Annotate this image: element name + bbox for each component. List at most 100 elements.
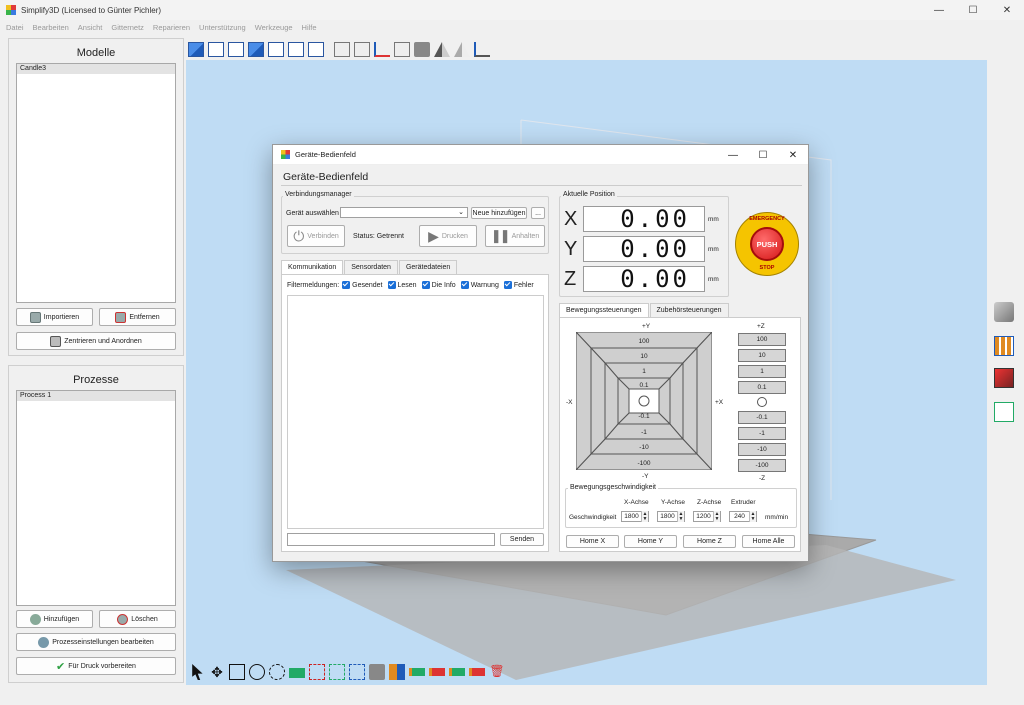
mirror-z-icon[interactable] bbox=[349, 664, 365, 680]
emergency-stop-button[interactable]: EMERGENCY PUSH STOP bbox=[735, 212, 799, 276]
remove-button[interactable]: Entfernen bbox=[99, 308, 176, 326]
home-x-button[interactable]: Home X bbox=[566, 535, 619, 548]
models-list[interactable]: Candle3 bbox=[16, 63, 176, 303]
spinner-arrows-icon[interactable]: ▲ ▼ bbox=[677, 511, 684, 522]
view-front-icon[interactable] bbox=[208, 42, 224, 57]
add-device-button[interactable]: Neue hinzufügen bbox=[471, 207, 527, 219]
slice-tool-icon[interactable] bbox=[994, 368, 1014, 388]
connect-button[interactable]: ⏻ Verbinden bbox=[287, 225, 345, 247]
spinner-arrows-icon[interactable]: ▲ ▼ bbox=[641, 511, 648, 522]
model-tool-icon[interactable] bbox=[994, 302, 1014, 322]
support-generate-icon[interactable] bbox=[449, 668, 465, 676]
filter-warning-checkbox[interactable]: Warnung bbox=[460, 281, 499, 289]
menu-bearbeiten[interactable]: Bearbeiten bbox=[33, 23, 69, 32]
processes-list[interactable]: Process 1 bbox=[16, 390, 176, 606]
jog-z-minus-100-button[interactable]: -100 bbox=[738, 459, 786, 472]
prepare-print-button[interactable]: ✔ Für Druck vorbereiten bbox=[16, 657, 176, 675]
speed-y-spinner[interactable]: 1800 ▲ ▼ bbox=[657, 511, 685, 522]
dialog-maximize-button[interactable]: ☐ bbox=[748, 145, 778, 165]
settings-tool-icon[interactable] bbox=[994, 336, 1014, 356]
center-arrange-button[interactable]: Zentrieren und Anordnen bbox=[16, 332, 176, 350]
delete-process-button[interactable]: Löschen bbox=[99, 610, 176, 628]
move-icon[interactable]: ✥ bbox=[209, 664, 225, 680]
edit-process-button[interactable]: Prozesseinstellungen bearbeiten bbox=[16, 633, 176, 651]
command-input[interactable] bbox=[287, 533, 495, 546]
perspective-icon[interactable] bbox=[334, 42, 350, 57]
menu-hilfe[interactable]: Hilfe bbox=[302, 23, 317, 32]
maximize-button[interactable]: ☐ bbox=[956, 0, 990, 20]
jog-y-step-0-1[interactable]: 0.1 bbox=[576, 382, 712, 389]
stats-tool-icon[interactable] bbox=[994, 402, 1014, 422]
scale-icon[interactable] bbox=[229, 664, 245, 680]
drop-bed-icon[interactable] bbox=[289, 668, 305, 678]
jog-z-10-button[interactable]: 10 bbox=[738, 349, 786, 362]
add-process-button[interactable]: Hinzufügen bbox=[16, 610, 93, 628]
send-button[interactable]: Senden bbox=[500, 533, 544, 546]
minimize-button[interactable]: — bbox=[922, 0, 956, 20]
device-select[interactable]: ⌄ bbox=[340, 207, 468, 218]
support-clear-icon[interactable] bbox=[469, 668, 485, 676]
rotate-icon[interactable] bbox=[249, 664, 265, 680]
dialog-minimize-button[interactable]: — bbox=[718, 145, 748, 165]
home-z-button[interactable]: Home Z bbox=[683, 535, 736, 548]
cross-section-icon[interactable] bbox=[454, 42, 470, 57]
view-left-icon[interactable] bbox=[248, 42, 264, 57]
menu-datei[interactable]: Datei bbox=[6, 23, 24, 32]
pause-button[interactable]: ❚❚ Anhalten bbox=[485, 225, 545, 247]
close-button[interactable]: ✕ bbox=[990, 0, 1024, 20]
tab-sensor-data[interactable]: Sensordaten bbox=[344, 260, 398, 274]
filter-sent-checkbox[interactable]: Gesendet bbox=[342, 281, 383, 289]
jog-z-1-button[interactable]: 1 bbox=[738, 365, 786, 378]
menu-gitternetz[interactable]: Gitternetz bbox=[111, 23, 144, 32]
view-right-icon[interactable] bbox=[268, 42, 284, 57]
print-button[interactable]: ▶ Drucken bbox=[419, 225, 477, 247]
jog-z-0-1-button[interactable]: 0.1 bbox=[738, 381, 786, 394]
view-back-icon[interactable] bbox=[228, 42, 244, 57]
process-item[interactable]: Process 1 bbox=[17, 391, 175, 401]
speed-x-spinner[interactable]: 1800 ▲ ▼ bbox=[621, 511, 649, 522]
spinner-arrows-icon[interactable]: ▲ ▼ bbox=[749, 511, 756, 522]
jog-y-step-minus-1[interactable]: -1 bbox=[576, 429, 712, 436]
filter-info-checkbox[interactable]: Die Info bbox=[421, 281, 456, 289]
filter-read-checkbox[interactable]: Lesen bbox=[387, 281, 417, 289]
tab-device-files[interactable]: Gerätedateien bbox=[398, 260, 458, 274]
orthographic-icon[interactable] bbox=[354, 42, 370, 57]
spinner-arrows-icon[interactable]: ▲ ▼ bbox=[713, 511, 720, 522]
jog-y-step-10[interactable]: 10 bbox=[576, 353, 712, 360]
menu-reparieren[interactable]: Reparieren bbox=[153, 23, 190, 32]
import-button[interactable]: Importieren bbox=[16, 308, 93, 326]
menu-unterstuetzung[interactable]: Unterstützung bbox=[199, 23, 246, 32]
tab-movement[interactable]: Bewegungssteuerungen bbox=[559, 303, 649, 317]
view-iso-icon[interactable] bbox=[188, 42, 204, 57]
jog-z-100-button[interactable]: 100 bbox=[738, 333, 786, 346]
dialog-close-button[interactable]: ✕ bbox=[778, 145, 808, 165]
jog-z-minus-0-1-button[interactable]: -0.1 bbox=[738, 411, 786, 424]
home-y-button[interactable]: Home Y bbox=[624, 535, 677, 548]
select-icon[interactable] bbox=[192, 664, 203, 680]
shading-icon[interactable] bbox=[434, 42, 450, 57]
log-output[interactable] bbox=[287, 295, 544, 529]
mirror-y-icon[interactable] bbox=[329, 664, 345, 680]
jog-y-step-1[interactable]: 1 bbox=[576, 368, 712, 375]
tab-communication[interactable]: Kommunikation bbox=[281, 260, 344, 274]
menu-ansicht[interactable]: Ansicht bbox=[78, 23, 103, 32]
cubes-icon[interactable] bbox=[369, 664, 385, 680]
support-icon[interactable] bbox=[389, 664, 405, 680]
model-item[interactable]: Candle3 bbox=[17, 64, 175, 74]
support-add-icon[interactable] bbox=[409, 668, 425, 676]
menu-werkzeuge[interactable]: Werkzeuge bbox=[255, 23, 293, 32]
rotate-free-icon[interactable] bbox=[269, 664, 285, 680]
speed-z-spinner[interactable]: 1200 ▲ ▼ bbox=[693, 511, 721, 522]
origin-icon[interactable] bbox=[474, 42, 490, 57]
support-remove-icon[interactable] bbox=[429, 668, 445, 676]
jog-y-step-100[interactable]: 100 bbox=[576, 338, 712, 345]
view-bottom-icon[interactable] bbox=[308, 42, 324, 57]
bed-icon[interactable] bbox=[414, 42, 430, 57]
view-top-icon[interactable] bbox=[288, 42, 304, 57]
mirror-x-icon[interactable] bbox=[309, 664, 325, 680]
axes-icon[interactable] bbox=[374, 42, 390, 57]
trash-icon[interactable]: 🗑 bbox=[489, 664, 505, 680]
more-button[interactable]: ... bbox=[531, 207, 545, 219]
filter-error-checkbox[interactable]: Fehler bbox=[503, 281, 534, 289]
jog-z-minus-1-button[interactable]: -1 bbox=[738, 427, 786, 440]
